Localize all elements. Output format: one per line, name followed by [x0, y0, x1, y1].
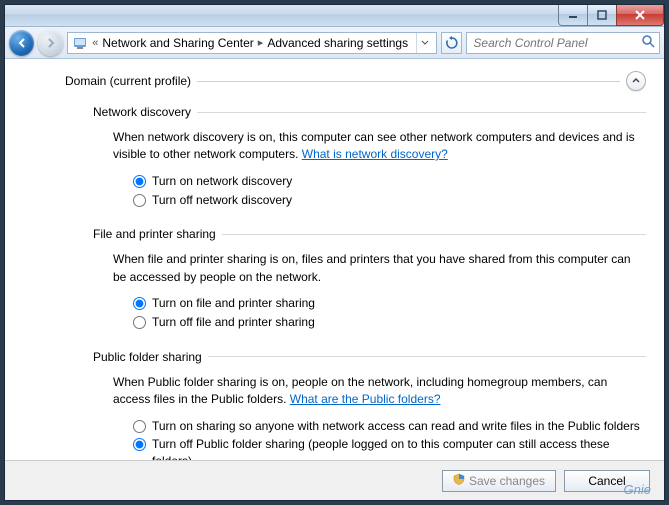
radio-fp-on[interactable]: Turn on file and printer sharing: [133, 294, 646, 313]
section-network-discovery: Network discovery When network discovery…: [65, 99, 646, 221]
maximize-button[interactable]: [587, 5, 617, 26]
radio-fp-off[interactable]: Turn off file and printer sharing: [133, 313, 646, 332]
divider: [197, 112, 646, 113]
signature-watermark: Gnie: [624, 482, 651, 497]
back-button[interactable]: [9, 30, 34, 56]
close-button[interactable]: [616, 5, 664, 26]
breadcrumb-sep-icon[interactable]: ▸: [258, 36, 264, 49]
titlebar: [5, 5, 664, 27]
profile-header: Domain (current profile): [65, 69, 646, 99]
search-icon[interactable]: [641, 34, 655, 51]
section-title: File and printer sharing: [93, 227, 216, 241]
search-box[interactable]: [466, 32, 660, 54]
content-scroll-area[interactable]: Domain (current profile) Network discove…: [5, 59, 664, 460]
radio-nd-off[interactable]: Turn off network discovery: [133, 191, 646, 210]
section-description: When file and printer sharing is on, fil…: [93, 247, 646, 294]
radio-pf-on[interactable]: Turn on sharing so anyone with network a…: [133, 417, 646, 436]
breadcrumb-up-chevron[interactable]: «: [92, 37, 98, 49]
divider: [208, 356, 646, 357]
radio-nd-on[interactable]: Turn on network discovery: [133, 172, 646, 191]
control-panel-icon: [72, 35, 88, 51]
collapse-button[interactable]: [626, 71, 646, 91]
address-dropdown-icon[interactable]: [416, 33, 432, 53]
section-description: When network discovery is on, this compu…: [93, 125, 646, 172]
section-title: Network discovery: [93, 105, 191, 119]
help-link-public-folders[interactable]: What are the Public folders?: [290, 392, 441, 406]
footer: Save changes Cancel: [5, 460, 664, 500]
breadcrumb-parent[interactable]: Network and Sharing Center: [102, 36, 253, 50]
minimize-button[interactable]: [558, 5, 588, 26]
section-public-folder: Public folder sharing When Public folder…: [65, 344, 646, 460]
breadcrumb-current[interactable]: Advanced sharing settings: [267, 36, 408, 50]
profile-label: Domain (current profile): [65, 74, 191, 88]
address-bar[interactable]: « Network and Sharing Center ▸ Advanced …: [67, 32, 437, 54]
divider: [222, 234, 646, 235]
radio-pf-off[interactable]: Turn off Public folder sharing (people l…: [133, 435, 646, 460]
section-title: Public folder sharing: [93, 350, 202, 364]
search-input[interactable]: [471, 35, 641, 51]
forward-button[interactable]: [38, 30, 63, 56]
section-description: When Public folder sharing is on, people…: [93, 370, 646, 417]
refresh-button[interactable]: [441, 32, 462, 54]
help-link-network-discovery[interactable]: What is network discovery?: [302, 147, 448, 161]
section-file-printer: File and printer sharing When file and p…: [65, 221, 646, 343]
divider: [197, 81, 620, 82]
navbar: « Network and Sharing Center ▸ Advanced …: [5, 27, 664, 59]
shield-icon: [453, 473, 465, 488]
save-changes-button[interactable]: Save changes: [442, 470, 556, 492]
